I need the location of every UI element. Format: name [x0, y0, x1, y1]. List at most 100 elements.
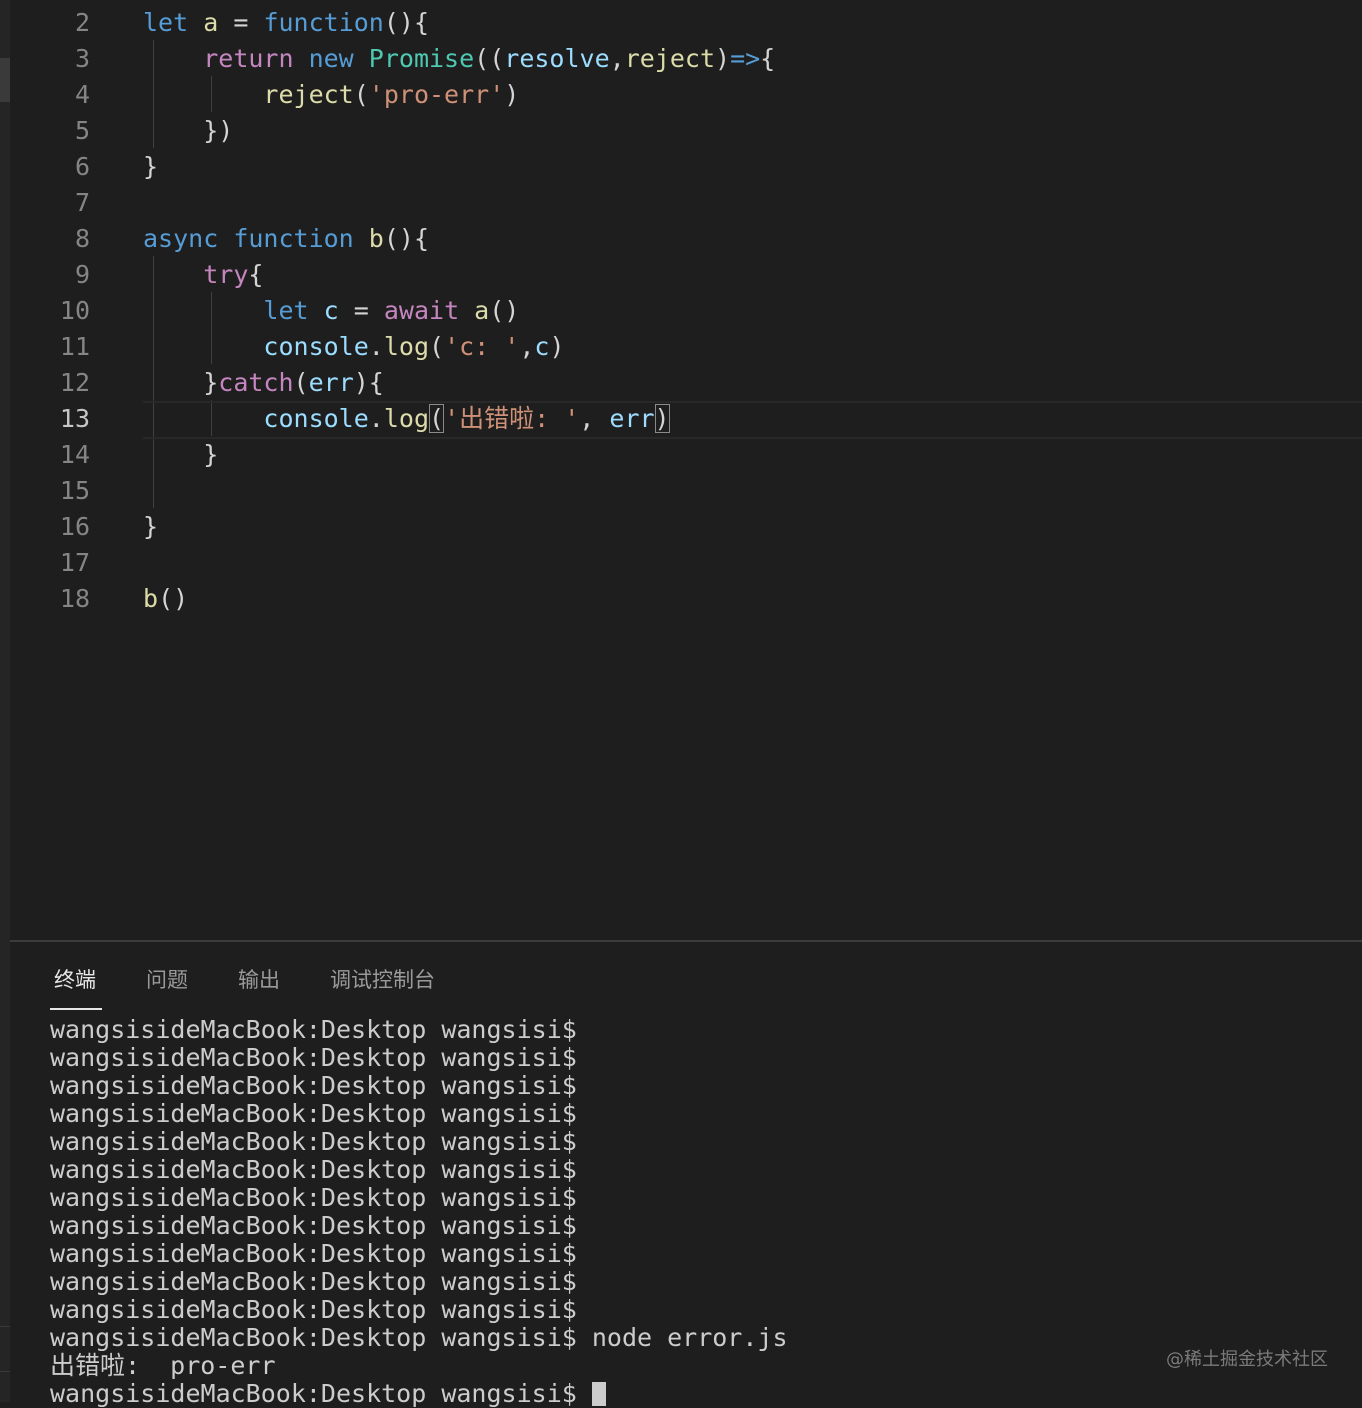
code-line[interactable]: 9 try{: [10, 257, 1362, 293]
terminal-line: wangsisideMacBook:Desktop wangsisi$: [50, 1015, 577, 1044]
code-text: let a = function(){: [143, 5, 429, 41]
code-token: try: [203, 260, 249, 289]
active-tab-underline: [50, 1008, 102, 1010]
terminal-line: wangsisideMacBook:Desktop wangsisi$: [50, 1295, 577, 1324]
code-text: }catch(err){: [143, 365, 384, 401]
code-token: '出错啦: ': [444, 404, 580, 433]
line-number: 10: [59, 296, 90, 325]
code-token: await: [383, 296, 475, 325]
code-token: log: [383, 332, 429, 361]
code-token: console: [263, 332, 369, 361]
code-token: =: [218, 8, 264, 37]
activity-bar-active-indicator: [0, 58, 10, 102]
code-line[interactable]: 3 return new Promise((resolve,reject)=>{: [10, 41, 1362, 77]
code-line[interactable]: 5 }): [10, 113, 1362, 149]
code-token: ){: [353, 368, 384, 397]
code-token: ): [715, 44, 731, 73]
code-token: (: [353, 80, 369, 109]
code-token: (): [158, 584, 189, 613]
code-line[interactable]: 4 reject('pro-err'): [10, 77, 1362, 113]
activity-bar-edge: [0, 0, 10, 1402]
terminal-prompt-line[interactable]: wangsisideMacBook:Desktop wangsisi$: [50, 1380, 788, 1408]
code-token: c: [534, 332, 550, 361]
code-token: console: [263, 404, 369, 433]
line-number: 4: [74, 80, 90, 109]
tab-problems[interactable]: 问题: [146, 960, 188, 1000]
code-token: a: [474, 296, 490, 325]
code-line[interactable]: 8 async function b(){: [10, 221, 1362, 257]
code-token: ,: [519, 332, 535, 361]
code-text: async function b(){: [143, 221, 429, 257]
tab-debug-console[interactable]: 调试控制台: [330, 960, 435, 1000]
terminal-line: 出错啦: pro-err: [50, 1351, 276, 1380]
code-text: return new Promise((resolve,reject)=>{: [143, 41, 775, 77]
code-line[interactable]: 6}: [10, 149, 1362, 185]
matched-bracket: (: [429, 404, 445, 433]
code-token: }): [143, 116, 234, 145]
code-token: resolve: [504, 44, 610, 73]
line-number: 13: [59, 404, 90, 433]
code-line[interactable]: 17: [10, 545, 1362, 581]
code-token: log: [383, 404, 429, 433]
code-token: async: [143, 224, 234, 253]
terminal-cursor: [591, 1382, 606, 1406]
code-token: ): [549, 332, 565, 361]
code-line[interactable]: 12 }catch(err){: [10, 365, 1362, 401]
code-token: =: [338, 296, 384, 325]
code-token: err: [308, 368, 354, 397]
matched-bracket: ): [654, 404, 670, 433]
line-number: 17: [59, 548, 90, 577]
tab-output[interactable]: 输出: [238, 960, 280, 1000]
terminal-line: wangsisideMacBook:Desktop wangsisi$: [50, 1183, 577, 1212]
code-line[interactable]: 7: [10, 185, 1362, 221]
code-line[interactable]: 2 let a = function(){: [10, 5, 1362, 41]
code-token: ,: [579, 404, 610, 433]
code-token: =>: [730, 44, 761, 73]
code-line[interactable]: 15: [10, 473, 1362, 509]
code-token: reject: [263, 80, 354, 109]
code-token: .: [368, 332, 384, 361]
terminal-line: wangsisideMacBook:Desktop wangsisi$: [50, 1127, 577, 1156]
code-token: 'c: ': [444, 332, 520, 361]
code-text: }: [143, 509, 158, 545]
line-number: 16: [59, 512, 90, 541]
code-token: 'pro-err': [368, 80, 505, 109]
bottom-panel: 终端 问题 输出 调试控制台 wangsisideMacBook:Desktop…: [10, 940, 1362, 1408]
code-line[interactable]: 11 console.log('c: ',c): [10, 329, 1362, 365]
line-number: 14: [59, 440, 90, 469]
code-token: let: [143, 8, 204, 37]
code-text: console.log('c: ',c): [143, 329, 565, 365]
code-line[interactable]: 18 b(): [10, 581, 1362, 617]
terminal-output[interactable]: wangsisideMacBook:Desktop wangsisi$ wangs…: [50, 1016, 788, 1408]
code-text: }): [143, 113, 233, 149]
code-token: let: [263, 296, 324, 325]
code-token: }: [143, 152, 159, 181]
line-number: 6: [74, 152, 90, 181]
code-line[interactable]: 10 let c = await a(): [10, 293, 1362, 329]
code-text: b(): [143, 581, 188, 617]
code-token: function: [233, 224, 369, 253]
line-number: 11: [59, 332, 90, 361]
tab-terminal[interactable]: 终端: [54, 960, 96, 1000]
code-token: (): [489, 296, 520, 325]
code-token: b: [143, 584, 159, 613]
code-text: try{: [143, 257, 263, 293]
code-token: }: [143, 440, 219, 469]
code-token: (: [293, 368, 309, 397]
terminal-prompt: wangsisideMacBook:Desktop wangsisi$: [50, 1379, 592, 1408]
code-line[interactable]: 13 console.log('出错啦: ', err): [10, 401, 1362, 439]
terminal-line: wangsisideMacBook:Desktop wangsisi$: [50, 1071, 577, 1100]
terminal-line: wangsisideMacBook:Desktop wangsisi$: [50, 1099, 577, 1128]
code-token: catch: [218, 368, 294, 397]
code-line[interactable]: 16}: [10, 509, 1362, 545]
code-editor[interactable]: 2 let a = function(){3 return new Promise…: [10, 0, 1362, 940]
code-text: let c = await a(): [143, 293, 519, 329]
code-token: b: [368, 224, 384, 253]
code-token: return: [203, 44, 309, 73]
code-token: c: [323, 296, 339, 325]
code-line[interactable]: 14 }: [10, 437, 1362, 473]
